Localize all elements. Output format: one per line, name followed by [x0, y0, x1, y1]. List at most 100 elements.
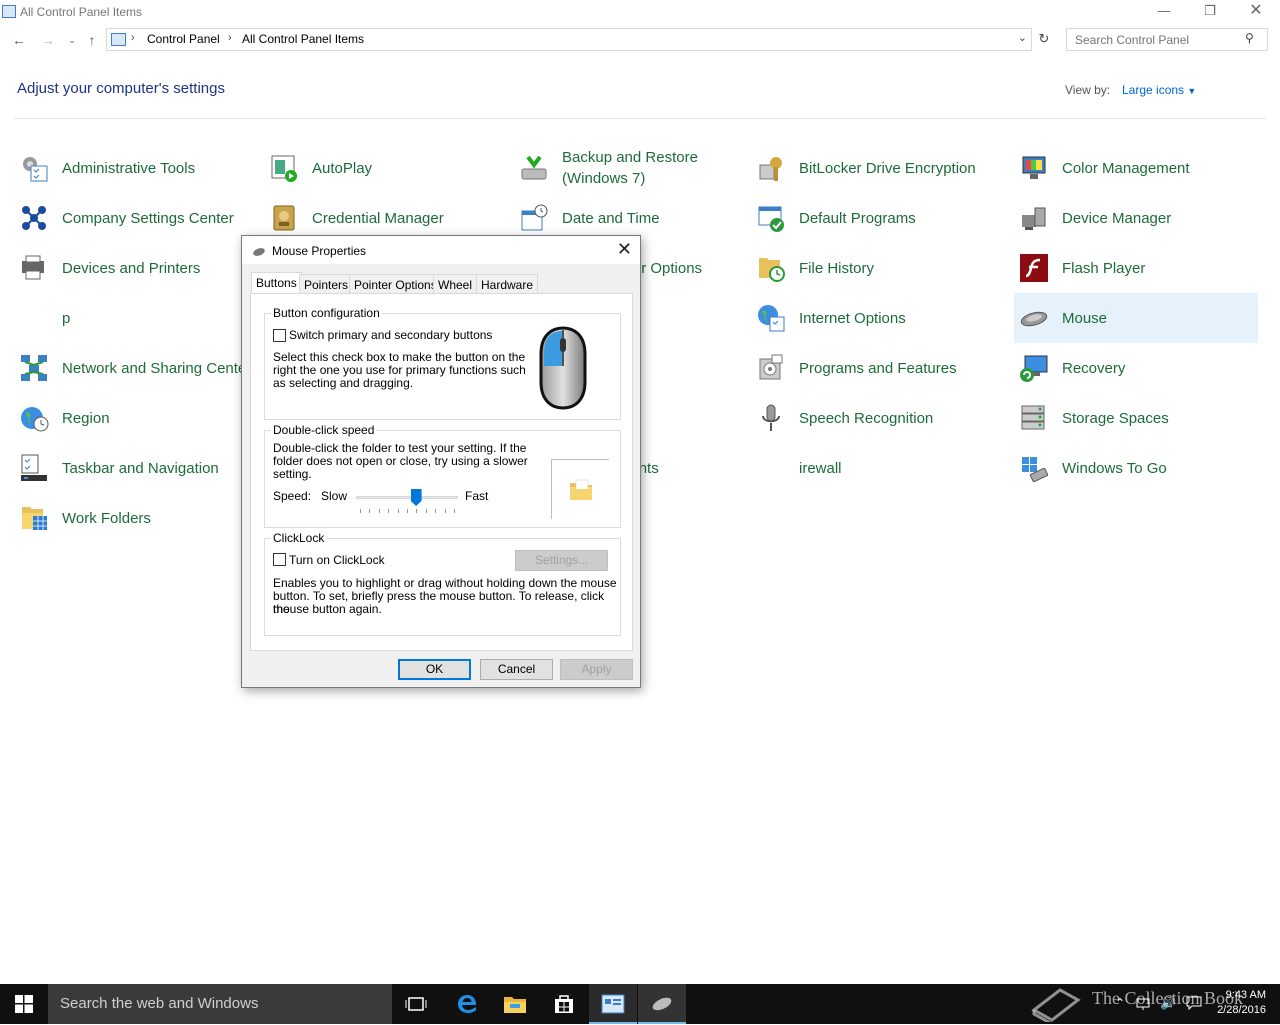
control-panel-item[interactable]: Recovery — [1014, 343, 1258, 393]
breadcrumb-all-items[interactable]: All Control Panel Items — [242, 32, 364, 46]
back-button[interactable]: ← — [9, 30, 29, 50]
control-panel-item-label: Programs and Features — [799, 359, 957, 377]
chevron-down-icon[interactable]: ⌄ — [1018, 31, 1027, 44]
slider-tick — [444, 509, 446, 513]
slow-label: Slow — [321, 489, 348, 503]
action-center-icon[interactable] — [1186, 996, 1202, 1013]
chevron-right-icon[interactable]: › — [228, 32, 232, 44]
volume-icon[interactable]: 🔊 — [1160, 995, 1176, 1011]
task-view-icon — [405, 997, 427, 1011]
page-title: Adjust your computer's settings — [17, 80, 225, 97]
task-view-button[interactable] — [392, 984, 440, 1024]
clock[interactable]: 9:43 AM 2/28/2016 — [1217, 988, 1266, 1018]
slider-tick — [425, 509, 427, 513]
clicklock-settings-button[interactable]: Settings... — [515, 550, 608, 571]
switch-buttons-label[interactable]: Switch primary and secondary buttons — [289, 329, 492, 342]
up-button[interactable]: ↑ — [82, 30, 102, 50]
control-panel-item[interactable]: Flash Player — [1014, 243, 1258, 293]
company-settings-icon — [18, 202, 50, 234]
dialog-close-button[interactable]: ✕ — [617, 239, 632, 260]
control-panel-item[interactable]: Speech Recognition — [751, 393, 995, 443]
control-panel-item[interactable]: Storage Spaces — [1014, 393, 1258, 443]
control-panel-item-label: irewall — [799, 459, 842, 477]
dialog-title-bar[interactable]: Mouse Properties ✕ — [242, 236, 640, 264]
tab-pointer-options[interactable]: Pointer Options — [349, 274, 442, 294]
control-panel-item[interactable]: Work Folders — [14, 493, 258, 543]
control-panel-item-label: Region — [62, 409, 110, 427]
edge-button[interactable] — [443, 984, 491, 1024]
chevron-right-icon[interactable]: › — [131, 32, 135, 44]
minimize-button[interactable]: — — [1141, 0, 1187, 24]
control-panel-item[interactable]: BitLocker Drive Encryption — [751, 143, 995, 193]
slider-tick — [416, 509, 418, 513]
firewall-icon — [755, 452, 787, 484]
control-panel-item[interactable]: Device Manager — [1014, 193, 1258, 243]
control-panel-item[interactable]: Company Settings Center — [14, 193, 258, 243]
breadcrumb-control-panel[interactable]: Control Panel — [147, 32, 220, 46]
view-by-dropdown[interactable]: Large icons ▼ — [1122, 83, 1196, 97]
apply-button[interactable]: Apply — [560, 659, 633, 680]
control-panel-icon — [601, 994, 625, 1014]
search-icon[interactable]: ⚲ — [1245, 31, 1259, 45]
switch-buttons-checkbox[interactable] — [273, 329, 286, 342]
control-panel-item[interactable]: Administrative Tools — [14, 143, 258, 193]
folder-icon — [504, 997, 526, 1013]
control-panel-taskbar-button[interactable] — [589, 984, 637, 1024]
ok-button[interactable]: OK — [398, 659, 471, 680]
forward-button[interactable]: → — [38, 30, 58, 50]
double-click-speed-slider[interactable] — [356, 489, 458, 515]
recent-locations-button[interactable]: ⌄ — [62, 30, 82, 50]
test-folder[interactable] — [551, 459, 609, 519]
divider — [14, 118, 1266, 119]
refresh-button[interactable]: ↻ — [1034, 28, 1054, 51]
slider-tick — [454, 509, 455, 513]
restore-button[interactable]: ❐ — [1187, 0, 1233, 24]
flash-player-icon — [1018, 252, 1050, 284]
control-panel-item[interactable]: irewall — [751, 443, 995, 493]
clicklock-group: ClickLock Turn on ClickLock Settings... … — [264, 531, 621, 636]
clicklock-checkbox[interactable] — [273, 553, 286, 566]
chevron-up-icon[interactable]: ⌃ — [1115, 996, 1125, 1010]
control-panel-item[interactable]: Taskbar and Navigation — [14, 443, 258, 493]
address-bar[interactable]: › Control Panel › All Control Panel Item… — [106, 28, 1032, 51]
slider-thumb[interactable] — [410, 489, 422, 506]
close-button[interactable]: ✕ — [1233, 0, 1279, 24]
control-panel-item[interactable]: Internet Options — [751, 293, 995, 343]
control-panel-item[interactable]: AutoPlay — [264, 143, 508, 193]
tab-pointers[interactable]: Pointers — [299, 274, 354, 294]
double-click-speed-group: Double-click speed Double-click the fold… — [264, 423, 621, 528]
taskbar-search-box[interactable]: Search the web and Windows — [48, 984, 392, 1024]
control-panel-item-label: Default Programs — [799, 209, 916, 227]
network-icon[interactable] — [1136, 996, 1152, 1013]
clicklock-label[interactable]: Turn on ClickLock — [289, 554, 385, 567]
control-panel-icon — [2, 5, 16, 18]
control-panel-item[interactable]: File History — [751, 243, 995, 293]
mouse-properties-taskbar-button[interactable] — [638, 984, 686, 1024]
control-panel-item-label: Windows To Go — [1062, 459, 1167, 477]
start-button[interactable] — [0, 984, 48, 1024]
cancel-button[interactable]: Cancel — [480, 659, 553, 680]
control-panel-item[interactable]: Devices and Printers — [14, 243, 258, 293]
control-panel-item[interactable]: Programs and Features — [751, 343, 995, 393]
search-input[interactable] — [1066, 28, 1268, 51]
recovery-icon — [1018, 352, 1050, 384]
file-explorer-button[interactable] — [491, 984, 539, 1024]
store-button[interactable] — [540, 984, 588, 1024]
control-panel-item[interactable]: Backup and Restore (Windows 7) — [514, 143, 758, 193]
description-line: setting. — [273, 467, 312, 481]
slider-tick — [397, 509, 399, 513]
group-title: Double-click speed — [271, 423, 377, 437]
control-panel-item[interactable]: Windows To Go — [1014, 443, 1258, 493]
tab-buttons[interactable]: Buttons — [251, 272, 302, 295]
tab-hardware[interactable]: Hardware — [476, 274, 539, 294]
control-panel-item[interactable]: p — [14, 293, 258, 343]
control-panel-item[interactable]: Network and Sharing Center — [14, 343, 258, 393]
windows-logo-icon — [15, 995, 33, 1013]
control-panel-item[interactable]: Color Management — [1014, 143, 1258, 193]
control-panel-item[interactable]: Mouse — [1014, 293, 1258, 343]
control-panel-item-label: Work Folders — [62, 509, 151, 527]
control-panel-item[interactable]: Default Programs — [751, 193, 995, 243]
tab-wheel[interactable]: Wheel — [433, 274, 478, 294]
control-panel-item-label: Network and Sharing Center — [62, 359, 252, 377]
control-panel-item[interactable]: Region — [14, 393, 258, 443]
